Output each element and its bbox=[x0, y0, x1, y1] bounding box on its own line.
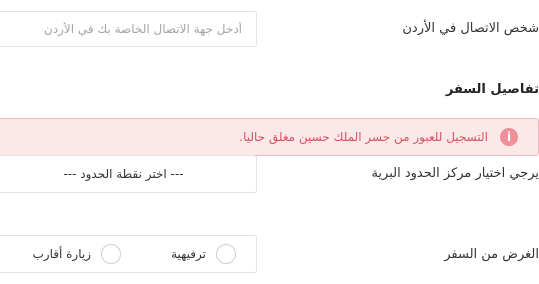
radio-family-visit[interactable] bbox=[101, 244, 121, 264]
contact-person-field[interactable] bbox=[0, 11, 257, 47]
radio-option-family-visit[interactable]: زيارة أقارب bbox=[32, 236, 121, 272]
closure-alert: i التسجيل للعبور من جسر الملك حسين مغلق … bbox=[0, 118, 539, 156]
alert-message: التسجيل للعبور من جسر الملك حسين مغلق حا… bbox=[239, 130, 488, 144]
travel-purpose-label: الغرض من السفر bbox=[444, 247, 539, 262]
travel-form-page: شخص الاتصال في الأردن تفاصيل السفر i الت… bbox=[0, 0, 539, 284]
border-crossing-label: يرجي اختيار مركز الحدود البرية bbox=[371, 166, 539, 181]
contact-person-input[interactable] bbox=[0, 12, 256, 46]
radio-leisure-label: ترفيهية bbox=[171, 247, 206, 261]
radio-family-visit-label: زيارة أقارب bbox=[32, 247, 91, 261]
travel-details-title: تفاصيل السفر bbox=[445, 82, 539, 97]
border-crossing-select[interactable]: --- اختر نقطة الحدود --- bbox=[0, 155, 257, 193]
border-crossing-selected-value: --- اختر نقطة الحدود --- bbox=[63, 167, 184, 181]
contact-person-label: شخص الاتصال في الأردن bbox=[402, 21, 539, 36]
radio-leisure[interactable] bbox=[216, 244, 236, 264]
radio-option-leisure[interactable]: ترفيهية bbox=[171, 236, 236, 272]
info-icon: i bbox=[500, 128, 518, 146]
travel-purpose-radio-group: ترفيهية زيارة أقارب bbox=[0, 235, 257, 273]
